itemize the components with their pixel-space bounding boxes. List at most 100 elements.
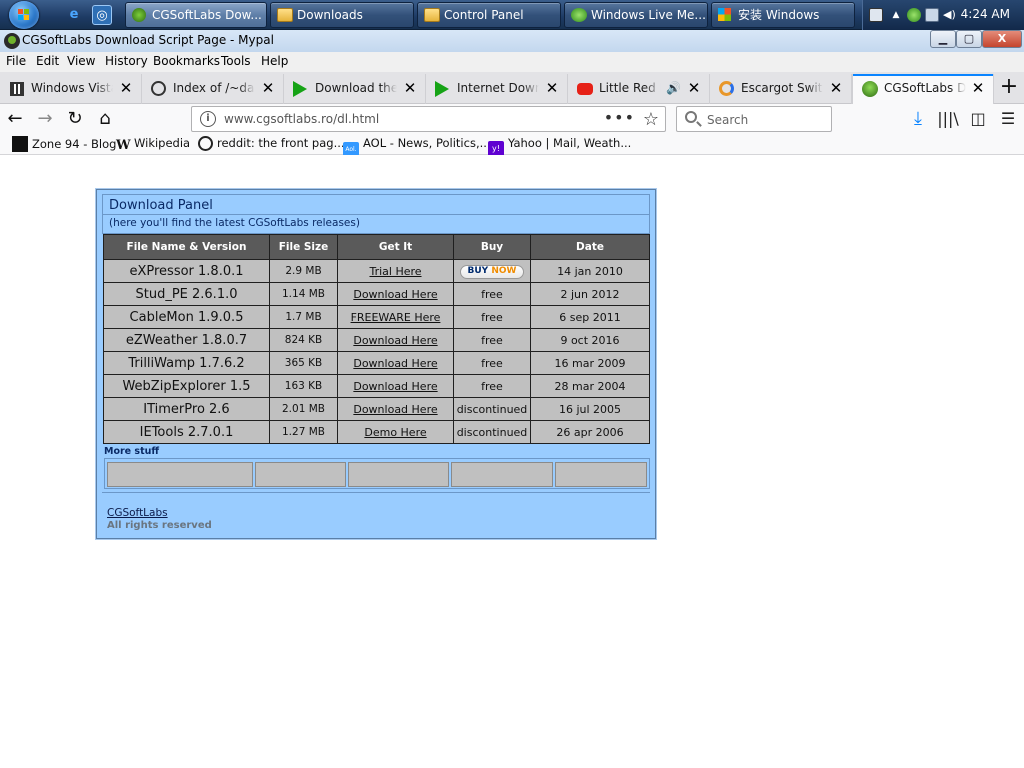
table-row: CableMon 1.9.0.5 1.7 MB FREEWARE Here fr…: [103, 305, 650, 329]
folder-icon: [277, 8, 293, 22]
bookmark-yahoo[interactable]: y! Yahoo | Mail, Weath...: [488, 136, 631, 157]
alien-icon: [862, 81, 878, 97]
forward-button[interactable]: →: [33, 107, 57, 131]
address-bar[interactable]: i www.cgsoftlabs.ro/dl.html ••• ☆: [191, 106, 666, 132]
tab-cgsoftlabs[interactable]: CGSoftLabs Dow ✕: [852, 74, 994, 104]
audio-playing-icon[interactable]: 🔊: [666, 81, 681, 95]
download-link[interactable]: FREEWARE Here: [337, 305, 454, 329]
new-tab-button[interactable]: +: [996, 75, 1022, 101]
tab-label: Little Red Ri: [599, 81, 661, 95]
close-tab-icon[interactable]: ✕: [543, 79, 561, 97]
minimize-button[interactable]: ▁: [930, 30, 956, 48]
menu-view[interactable]: View: [67, 54, 95, 68]
green-arrow-icon: [435, 81, 449, 97]
buy-now-button[interactable]: BUY NOW: [459, 265, 525, 279]
sidebar-icon[interactable]: ◫: [966, 107, 990, 131]
file-name: eZWeather 1.8.0.7: [103, 328, 270, 352]
back-button[interactable]: ←: [3, 107, 27, 131]
tray-app-icon[interactable]: [869, 8, 883, 22]
window-titlebar[interactable]: CGSoftLabs Download Script Page - Mypal …: [0, 30, 1024, 52]
bookmark-wikipedia[interactable]: W Wikipedia: [116, 136, 190, 154]
column-header-size: File Size: [269, 234, 338, 260]
column-header-name: File Name & Version: [103, 234, 270, 260]
taskbar-button-cgsoftlabs[interactable]: CGSoftLabs Dow...: [125, 2, 267, 28]
page-actions-icon[interactable]: •••: [604, 108, 635, 127]
downloads-icon[interactable]: ⤓: [906, 107, 930, 131]
download-link[interactable]: Download Here: [337, 351, 454, 375]
bookmark-zone94[interactable]: Zone 94 - Blog: [12, 136, 116, 152]
release-date: 9 oct 2016: [530, 328, 650, 352]
taskbar-button-install-windows[interactable]: 安装 Windows: [711, 2, 855, 28]
file-size: 824 KB: [269, 328, 338, 352]
taskbar-button-label: 安装 Windows: [738, 8, 820, 22]
menu-file[interactable]: File: [6, 54, 26, 68]
clock[interactable]: 4:24 AM: [961, 7, 1010, 21]
hamburger-menu-icon[interactable]: ☰: [996, 107, 1020, 131]
close-tab-icon[interactable]: ✕: [117, 79, 135, 97]
close-tab-icon[interactable]: ✕: [969, 79, 987, 97]
close-tab-icon[interactable]: ✕: [827, 79, 845, 97]
tab-strip: Windows Vista ✕ Index of /~darts ✕ Downl…: [0, 72, 1024, 104]
close-tab-icon[interactable]: ✕: [401, 79, 419, 97]
tab-escargot-switch[interactable]: Escargot Switch ✕: [710, 74, 852, 104]
bookmark-star-icon[interactable]: ☆: [643, 109, 659, 130]
search-bar[interactable]: Search: [676, 106, 832, 132]
menu-edit[interactable]: Edit: [36, 54, 59, 68]
network-icon[interactable]: [925, 8, 939, 22]
column-header-date: Date: [530, 234, 650, 260]
tab-download-the-i[interactable]: Download the I ✕: [284, 74, 426, 104]
release-date: 26 apr 2006: [530, 420, 650, 444]
close-window-button[interactable]: X: [982, 30, 1022, 48]
menu-bar: File Edit View History Bookmarks Tools H…: [0, 52, 1024, 72]
folder-icon: [424, 8, 440, 22]
header-divider: [103, 214, 649, 215]
close-tab-icon[interactable]: ✕: [259, 79, 277, 97]
download-link[interactable]: Download Here: [337, 374, 454, 398]
quicklaunch-app-icon[interactable]: ◎: [92, 5, 112, 25]
tab-internet-download[interactable]: Internet Downlo ✕: [426, 74, 568, 104]
table-header-row: File Name & Version File Size Get It Buy…: [103, 234, 650, 260]
library-icon[interactable]: |||\: [936, 107, 960, 131]
tab-index-of-darts[interactable]: Index of /~darts ✕: [142, 74, 284, 104]
menu-tools[interactable]: Tools: [221, 54, 251, 68]
volume-icon[interactable]: ◀): [943, 8, 957, 22]
tab-windows-vista[interactable]: Windows Vista ✕: [0, 74, 142, 104]
panel-title: Download Panel: [109, 198, 213, 213]
more-stuff-cell: [107, 462, 253, 487]
windows-taskbar: e ◎ CGSoftLabs Dow... Downloads Control …: [0, 0, 1024, 30]
bookmark-reddit[interactable]: reddit: the front pag...: [198, 136, 345, 151]
tab-little-red-riding[interactable]: Little Red Ri 🔊 ✕: [568, 74, 710, 104]
release-date: 16 mar 2009: [530, 351, 650, 375]
bookmark-label: Zone 94 - Blog: [32, 137, 117, 151]
buy-status: free: [453, 374, 531, 398]
taskbar-button-windows-live-messenger[interactable]: Windows Live Me...: [564, 2, 708, 28]
reload-button[interactable]: ↻: [63, 107, 87, 131]
download-link[interactable]: Download Here: [337, 397, 454, 421]
download-link[interactable]: Trial Here: [337, 259, 454, 283]
windows-flag-icon: [18, 9, 30, 21]
show-hidden-icons-icon[interactable]: ▲: [889, 8, 903, 22]
download-link[interactable]: Download Here: [337, 328, 454, 352]
menu-help[interactable]: Help: [261, 54, 288, 68]
menu-history[interactable]: History: [105, 54, 148, 68]
download-link[interactable]: Demo Here: [337, 420, 454, 444]
url-text[interactable]: www.cgsoftlabs.ro/dl.html: [224, 112, 379, 126]
taskbar-button-control-panel[interactable]: Control Panel: [417, 2, 561, 28]
index-icon: [151, 81, 166, 96]
internet-explorer-icon[interactable]: e: [64, 5, 84, 25]
close-tab-icon[interactable]: ✕: [685, 79, 703, 97]
maximize-button[interactable]: ▢: [956, 30, 982, 48]
buy-now-accent: NOW: [491, 266, 517, 276]
cgsoftlabs-link[interactable]: CGSoftLabs: [107, 507, 168, 519]
file-size: 365 KB: [269, 351, 338, 375]
taskbar-button-downloads[interactable]: Downloads: [270, 2, 414, 28]
menu-bookmarks[interactable]: Bookmarks: [153, 54, 220, 68]
tab-label: CGSoftLabs Dow: [884, 81, 966, 95]
messenger-tray-icon[interactable]: [907, 8, 921, 22]
window-title: CGSoftLabs Download Script Page - Mypal: [22, 33, 274, 47]
download-link[interactable]: Download Here: [337, 282, 454, 306]
download-panel: Download Panel (here you'll find the lat…: [95, 188, 657, 540]
home-button[interactable]: ⌂: [93, 107, 117, 131]
start-button[interactable]: [9, 1, 39, 29]
site-info-icon[interactable]: i: [200, 111, 216, 127]
